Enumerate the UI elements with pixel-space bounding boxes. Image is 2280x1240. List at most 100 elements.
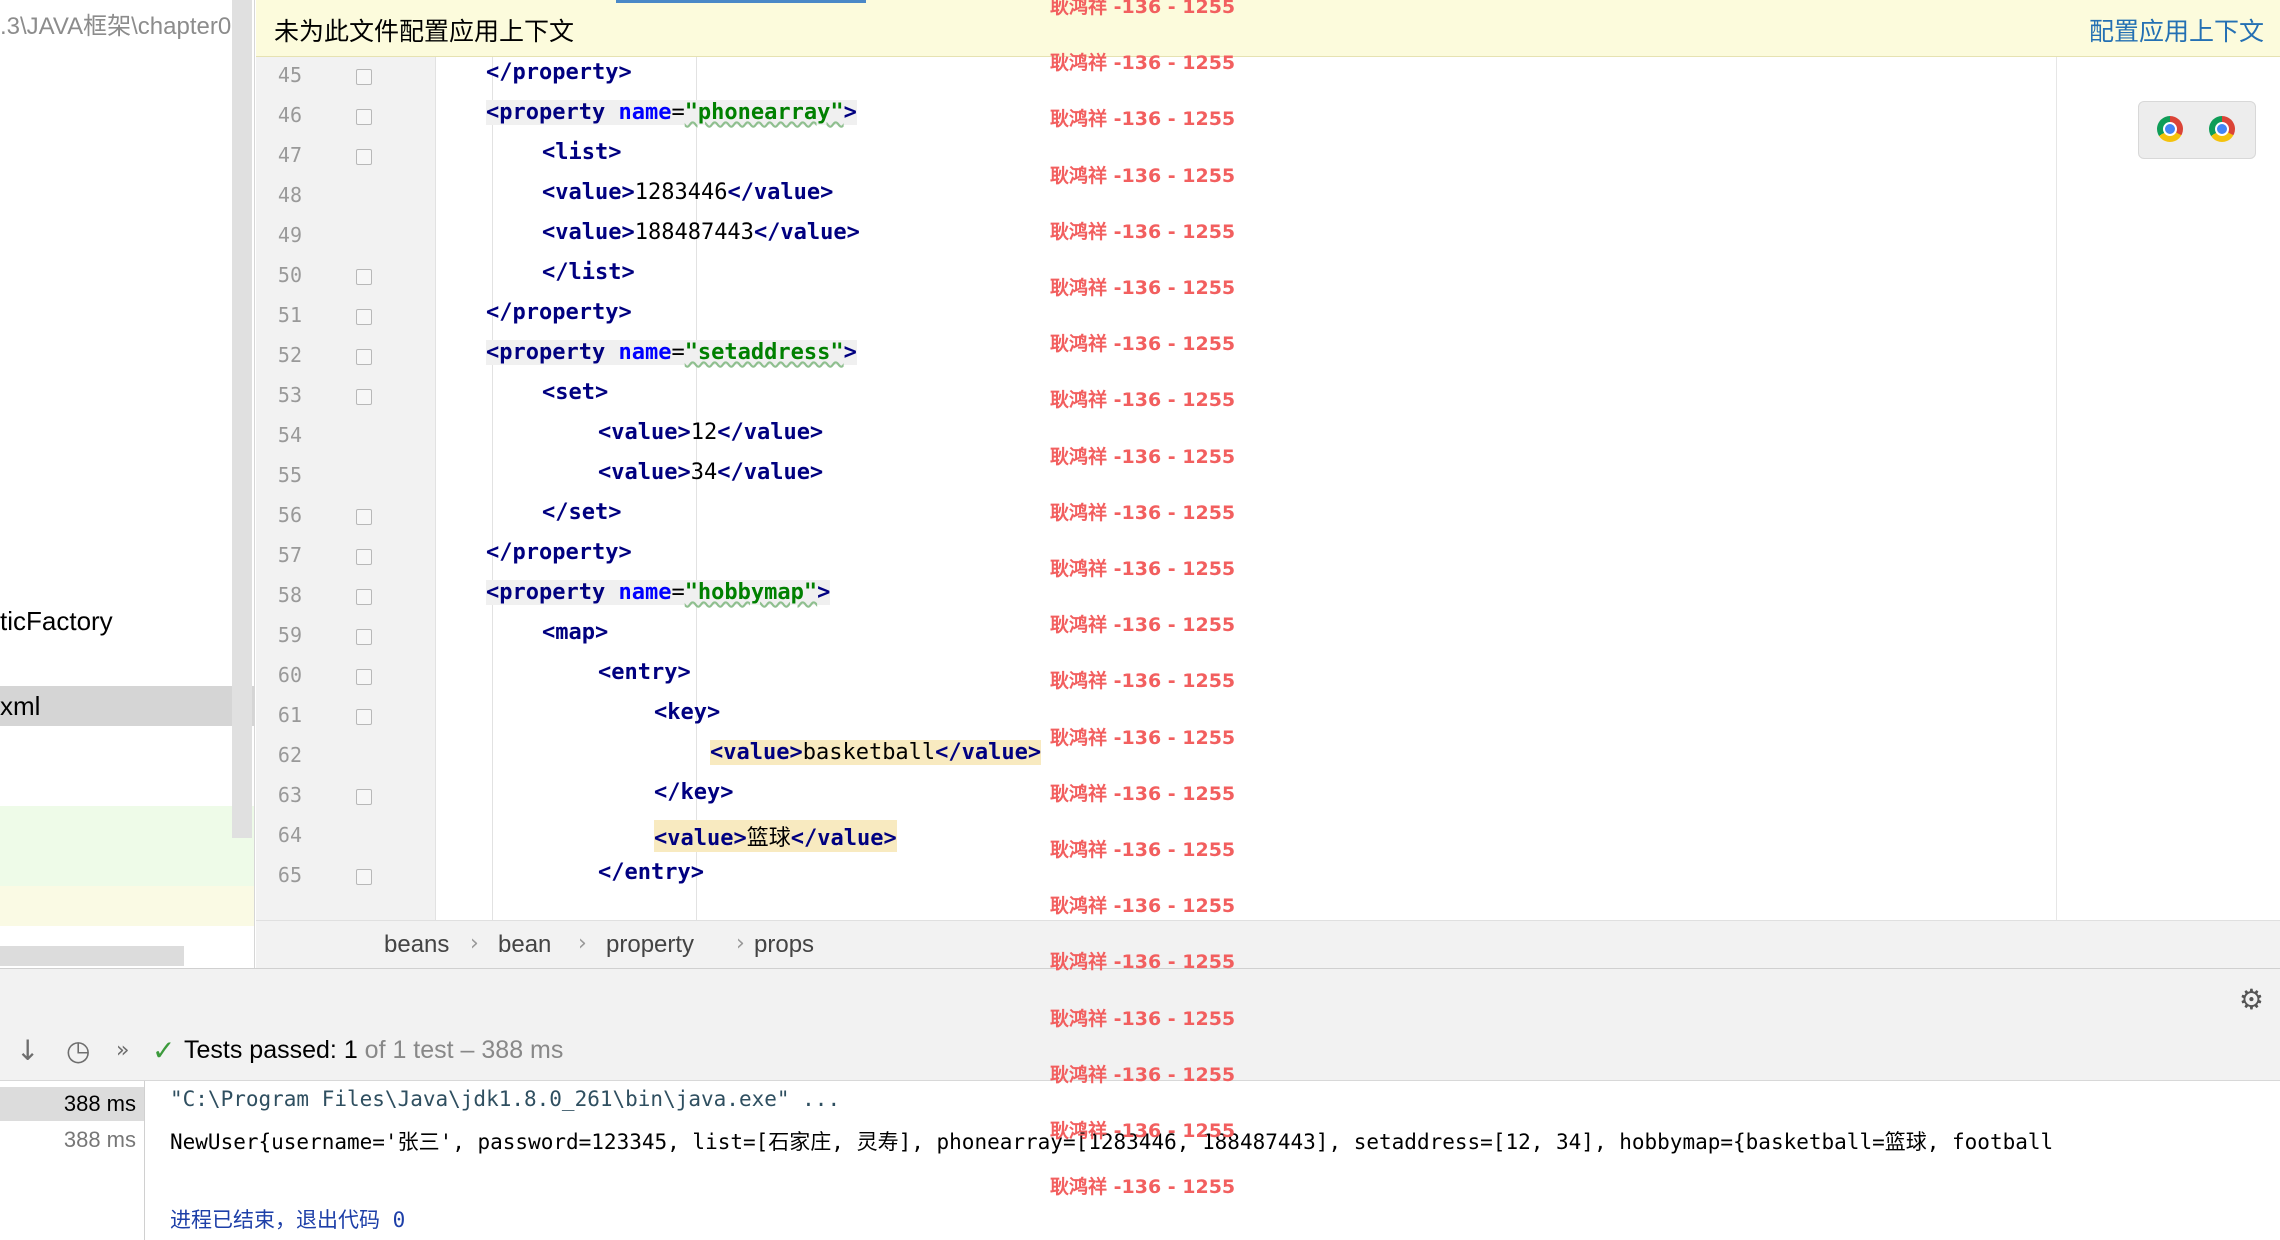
xml-text: 篮球	[746, 826, 791, 851]
test-status-label: Tests passed:	[184, 1036, 344, 1064]
xml-tag: <list>	[542, 140, 622, 165]
fold-marker-icon[interactable]	[356, 789, 372, 805]
breadcrumb-beans[interactable]: beans	[384, 931, 449, 959]
code-editor[interactable]: 45 </property> 46 <property name="phonearra…	[256, 57, 2280, 920]
code-line[interactable]: 48 <value>1283446</value>	[256, 177, 2280, 217]
line-number: 62	[277, 743, 302, 767]
xml-tag: </key>	[654, 780, 734, 805]
line-number: 59	[277, 623, 302, 647]
line-number: 61	[277, 703, 302, 727]
horizontal-scrollbar[interactable]	[0, 946, 184, 966]
code-line[interactable]: 55 <value>34</value>	[256, 457, 2280, 497]
fold-marker-icon[interactable]	[356, 709, 372, 725]
code-text: <value>basketball</value>	[710, 740, 1042, 765]
code-line[interactable]: 52 <property name="setaddress">	[256, 337, 2280, 377]
code-text: </entry>	[598, 860, 704, 885]
code-line[interactable]: 56 </set>	[256, 497, 2280, 537]
xml-tag: <value>	[598, 460, 691, 485]
xml-text: 188487443	[634, 220, 754, 245]
fold-marker-icon[interactable]	[356, 269, 372, 285]
line-number: 58	[277, 583, 302, 607]
fold-marker-icon[interactable]	[356, 69, 372, 85]
xml-tag: <value>	[542, 180, 635, 205]
xml-tag: <key>	[654, 700, 721, 725]
breadcrumb-props[interactable]: props	[754, 931, 814, 959]
test-results-bar: ↓ ◷ » ✓ Tests passed: 1 of 1 test – 388 …	[0, 1020, 2280, 1081]
code-line[interactable]: 65 </entry>	[256, 857, 2280, 897]
code-line[interactable]: 49 <value>188487443</value>	[256, 217, 2280, 257]
code-text: <value>篮球</value>	[654, 820, 897, 852]
code-line[interactable]: 54 <value>12</value>	[256, 417, 2280, 457]
fold-marker-icon[interactable]	[356, 589, 372, 605]
xml-text: =	[671, 100, 685, 125]
test-time-row[interactable]: 388 ms	[0, 1127, 144, 1153]
code-line[interactable]: 53 <set>	[256, 377, 2280, 417]
code-text: <list>	[542, 140, 621, 165]
xml-tag: <set>	[542, 380, 609, 405]
breadcrumb-bean[interactable]: bean	[498, 931, 551, 959]
xml-tag: <entry>	[598, 660, 691, 685]
code-line[interactable]: 50 </list>	[256, 257, 2280, 297]
history-icon[interactable]: ◷	[66, 1034, 90, 1067]
line-number: 54	[277, 423, 302, 447]
line-number: 46	[277, 103, 302, 127]
fold-marker-icon[interactable]	[356, 109, 372, 125]
chrome-icon[interactable]	[2157, 116, 2183, 142]
console-output[interactable]: 388 ms 388 ms "C:\Program Files\Java\jdk…	[0, 1081, 2280, 1240]
project-item-factory[interactable]: ticFactory	[0, 606, 113, 637]
xml-tag: </value>	[717, 460, 824, 485]
fold-marker-icon[interactable]	[356, 509, 372, 525]
line-number: 53	[277, 383, 302, 407]
fold-marker-icon[interactable]	[356, 549, 372, 565]
fold-marker-icon[interactable]	[356, 869, 372, 885]
vertical-scrollbar[interactable]	[232, 0, 252, 838]
code-text: <value>12</value>	[598, 420, 823, 445]
code-line[interactable]: 46 <property name="phonearray">	[256, 97, 2280, 137]
xml-tag: </property>	[486, 540, 632, 565]
code-line[interactable]: 58 <property name="hobbymap">	[256, 577, 2280, 617]
console-output-line: NewUser{username='张三', password=123345, …	[170, 1130, 2054, 1154]
code-line[interactable]: 45 </property>	[256, 57, 2280, 97]
xml-string: "setaddress"	[684, 340, 844, 365]
test-time-row[interactable]: 388 ms	[0, 1087, 144, 1121]
xml-tag: <value>	[598, 420, 691, 445]
code-text: </set>	[542, 500, 621, 525]
fold-marker-icon[interactable]	[356, 309, 372, 325]
xml-tag: </property>	[486, 300, 632, 325]
fold-marker-icon[interactable]	[356, 149, 372, 165]
chrome-icon[interactable]	[2209, 116, 2235, 142]
xml-tag: </set>	[542, 500, 622, 525]
configure-context-link[interactable]: 配置应用上下文	[2089, 12, 2264, 48]
xml-tag: </value>	[727, 180, 834, 205]
xml-string: "hobbymap"	[684, 580, 818, 605]
code-line[interactable]: 62 <value>basketball</value>	[256, 737, 2280, 777]
xml-text: 1283446	[634, 180, 728, 205]
code-line[interactable]: 61 <key>	[256, 697, 2280, 737]
code-line[interactable]: 63 </key>	[256, 777, 2280, 817]
fold-marker-icon[interactable]	[356, 669, 372, 685]
xml-tag: <property	[486, 580, 619, 605]
xml-tag: </list>	[542, 260, 635, 285]
xml-text: =	[671, 340, 685, 365]
sort-down-icon[interactable]: ↓	[16, 1034, 39, 1067]
gear-icon[interactable]: ⚙	[2239, 983, 2264, 1016]
line-number: 65	[277, 863, 302, 887]
line-number: 60	[277, 663, 302, 687]
breadcrumb-property[interactable]: property	[606, 931, 694, 959]
fold-marker-icon[interactable]	[356, 349, 372, 365]
double-chevron-icon[interactable]: »	[116, 1038, 129, 1063]
code-line[interactable]: 60 <entry>	[256, 657, 2280, 697]
xml-text: 12	[690, 420, 718, 445]
project-path[interactable]: .3\JAVA框架\chapter0	[0, 6, 231, 41]
project-item-xml[interactable]: xml	[0, 686, 254, 726]
xml-attribute: name	[618, 580, 672, 605]
fold-marker-icon[interactable]	[356, 629, 372, 645]
xml-tag: </value>	[717, 420, 824, 445]
code-line[interactable]: 59 <map>	[256, 617, 2280, 657]
code-line[interactable]: 64 <value>篮球</value>	[256, 817, 2280, 857]
code-line[interactable]: 57 </property>	[256, 537, 2280, 577]
code-line[interactable]: 47 <list>	[256, 137, 2280, 177]
fold-marker-icon[interactable]	[356, 389, 372, 405]
code-line[interactable]: 51 </property>	[256, 297, 2280, 337]
xml-tag: </value>	[935, 740, 1042, 765]
